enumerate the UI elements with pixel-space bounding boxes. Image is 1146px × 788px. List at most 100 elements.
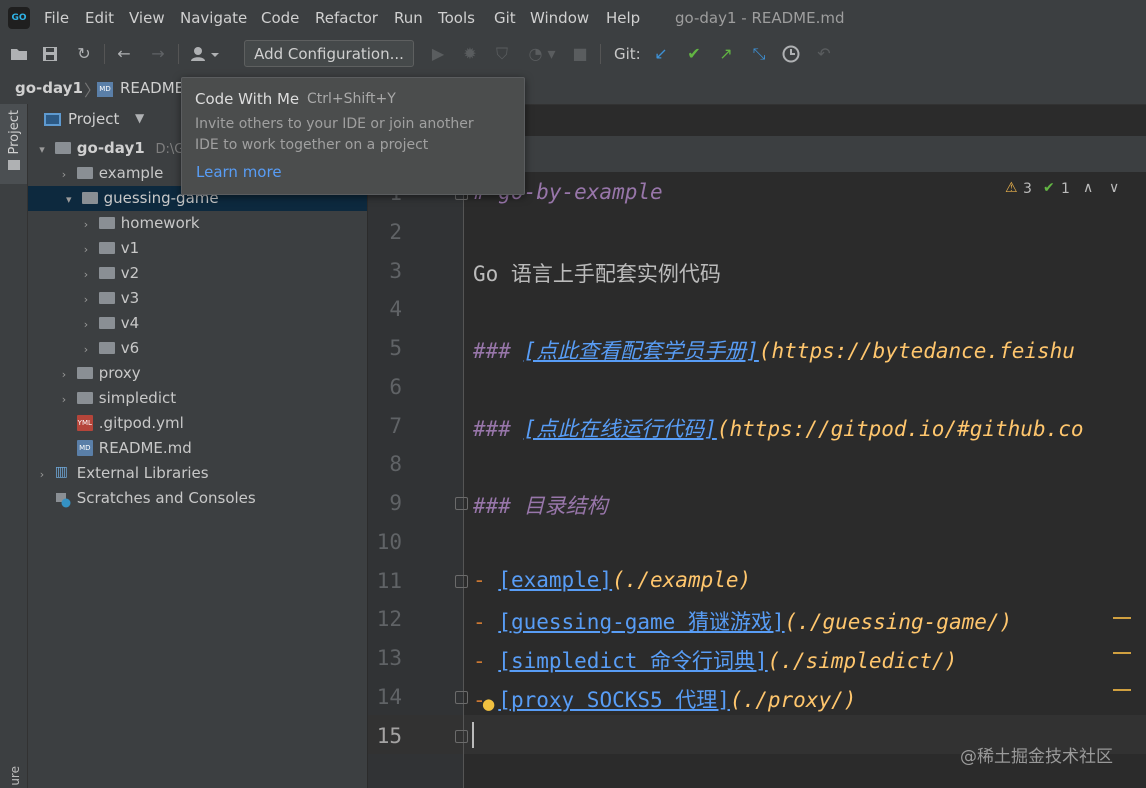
chevron-down-icon[interactable]: ▼ — [135, 111, 144, 125]
tool-window-stripe — [0, 104, 28, 788]
markdown-link[interactable]: [点此在线运行代码] — [524, 417, 717, 441]
chevron-right-icon[interactable]: › — [78, 212, 94, 237]
menu-refactor[interactable]: Refactor — [315, 9, 378, 27]
tree-row-simpledict[interactable]: › simpledict — [56, 386, 367, 411]
chevron-right-icon[interactable]: › — [56, 387, 72, 412]
line-number: 4 — [389, 297, 402, 321]
markdown-link[interactable]: [simpledict 命令行词典] — [498, 649, 767, 673]
stop-icon[interactable]: ■ — [568, 42, 592, 66]
menu-tools[interactable]: Tools — [438, 9, 475, 27]
tree-row-v3[interactable]: › v3 — [78, 286, 367, 311]
git-commit-icon[interactable]: ✔ — [682, 42, 706, 66]
menu-edit[interactable]: Edit — [85, 9, 114, 27]
user-dropdown-icon[interactable] — [188, 42, 222, 66]
chevron-down-icon[interactable]: ▾ — [61, 187, 77, 212]
chevron-right-icon[interactable]: › — [78, 287, 94, 312]
warning-stripe-marker[interactable] — [1113, 689, 1131, 691]
git-rollback-icon[interactable]: ↶ — [812, 42, 836, 66]
spellcheck-ok-icon[interactable]: ✔ — [1043, 180, 1055, 196]
tree-row-scratches[interactable]: Scratches and Consoles — [34, 486, 367, 511]
warning-stripe-marker[interactable] — [1113, 652, 1131, 654]
chevron-right-icon[interactable]: › — [34, 462, 50, 487]
tree-item-label: README.md — [98, 439, 192, 457]
markdown-file-icon: MD — [76, 439, 93, 456]
menu-file[interactable]: File — [44, 9, 69, 27]
folder-icon — [54, 141, 71, 154]
warnings-count: 3 — [1023, 181, 1032, 197]
line-number: 10 — [376, 530, 402, 554]
sync-icon[interactable]: ↻ — [72, 42, 96, 66]
chevron-right-icon[interactable]: › — [78, 337, 94, 362]
next-highlight-icon[interactable]: ∨ — [1109, 180, 1119, 196]
tree-row-v1[interactable]: › v1 — [78, 236, 367, 261]
lightbulb-icon[interactable]: ● — [482, 695, 495, 713]
profile-dropdown-icon[interactable]: ◔ ▾ — [522, 42, 562, 66]
coverage-icon[interactable]: ⛉ — [490, 42, 514, 66]
library-icon: ▥ — [54, 464, 69, 480]
learn-more-link[interactable]: Learn more — [196, 163, 282, 181]
forward-arrow-icon[interactable]: → — [146, 42, 170, 66]
tree-row-proxy[interactable]: › proxy — [56, 361, 367, 386]
text-caret — [472, 722, 474, 748]
fold-marker-icon[interactable] — [455, 575, 468, 588]
markdown-link[interactable]: [proxy SOCKS5 代理] — [498, 688, 730, 712]
tooltip-description: IDE to work together on a project — [195, 137, 429, 153]
git-update-icon[interactable]: ↙ — [649, 42, 673, 66]
chevron-down-icon[interactable]: ▾ — [34, 137, 50, 162]
breadcrumb-project[interactable]: go-day1 — [15, 79, 83, 97]
tree-row-homework[interactable]: › homework — [78, 211, 367, 236]
project-stripe-label[interactable]: Project — [7, 110, 22, 154]
warning-stripe-marker[interactable] — [1113, 617, 1131, 619]
fold-marker-icon[interactable] — [455, 497, 468, 510]
save-icon[interactable] — [38, 42, 62, 66]
open-folder-icon[interactable] — [7, 42, 31, 66]
warning-icon[interactable]: ⚠ — [1005, 180, 1018, 196]
git-push-icon[interactable]: ↗ — [714, 42, 738, 66]
markdown-link[interactable]: [example] — [498, 568, 612, 592]
tree-row-readme[interactable]: MD README.md — [56, 436, 367, 461]
line-number: 13 — [376, 646, 402, 670]
yaml-file-icon: YML — [76, 414, 93, 431]
code-line-3: Go 语言上手配套实例代码 — [473, 262, 721, 286]
tree-item-label: v4 — [120, 314, 140, 332]
folder-icon — [98, 341, 115, 354]
debug-icon[interactable]: ✹ — [458, 42, 482, 66]
menu-git[interactable]: Git — [494, 9, 516, 27]
fold-marker-icon[interactable] — [455, 730, 468, 743]
markdown-link[interactable]: [guessing-game 猜谜游戏] — [498, 610, 784, 634]
back-arrow-icon[interactable]: ← — [112, 42, 136, 66]
previous-highlight-icon[interactable]: ∧ — [1083, 180, 1093, 196]
chevron-right-icon[interactable]: › — [78, 237, 94, 262]
menu-help[interactable]: Help — [606, 9, 640, 27]
folder-icon — [98, 216, 115, 229]
menu-run[interactable]: Run — [394, 9, 423, 27]
add-configuration-button[interactable]: Add Configuration... — [244, 40, 414, 67]
menu-window[interactable]: Window — [530, 9, 589, 27]
structure-stripe-label[interactable]: ure — [8, 766, 22, 786]
tree-row-v4[interactable]: › v4 — [78, 311, 367, 336]
markdown-link[interactable]: [点此查看配套学员手册] — [524, 339, 759, 363]
chevron-right-icon[interactable]: › — [56, 362, 72, 387]
tree-item-label: v1 — [120, 239, 140, 257]
chevron-right-icon[interactable]: › — [78, 262, 94, 287]
goland-logo-icon: GO — [8, 7, 30, 29]
menu-code[interactable]: Code — [261, 9, 299, 27]
breadcrumb-file[interactable]: README — [120, 79, 184, 97]
project-view-title[interactable]: Project — [68, 110, 119, 128]
tree-row-v2[interactable]: › v2 — [78, 261, 367, 286]
tree-row-v6[interactable]: › v6 — [78, 336, 367, 361]
run-icon[interactable]: ▶ — [426, 42, 450, 66]
git-compare-icon[interactable]: ⤡ — [747, 42, 771, 66]
chevron-right-icon[interactable]: › — [56, 162, 72, 187]
line-number: 8 — [389, 452, 402, 476]
menu-navigate[interactable]: Navigate — [180, 9, 247, 27]
line-number: 7 — [389, 414, 402, 438]
menu-view[interactable]: View — [129, 9, 165, 27]
line-number: 15 — [376, 724, 402, 748]
folder-icon — [76, 366, 93, 379]
tree-row-gitpod[interactable]: YML .gitpod.yml — [56, 411, 367, 436]
chevron-right-icon[interactable]: › — [78, 312, 94, 337]
fold-marker-icon[interactable] — [455, 691, 468, 704]
tree-row-external-libraries[interactable]: › ▥ External Libraries — [34, 461, 367, 486]
git-history-icon[interactable] — [779, 42, 803, 66]
